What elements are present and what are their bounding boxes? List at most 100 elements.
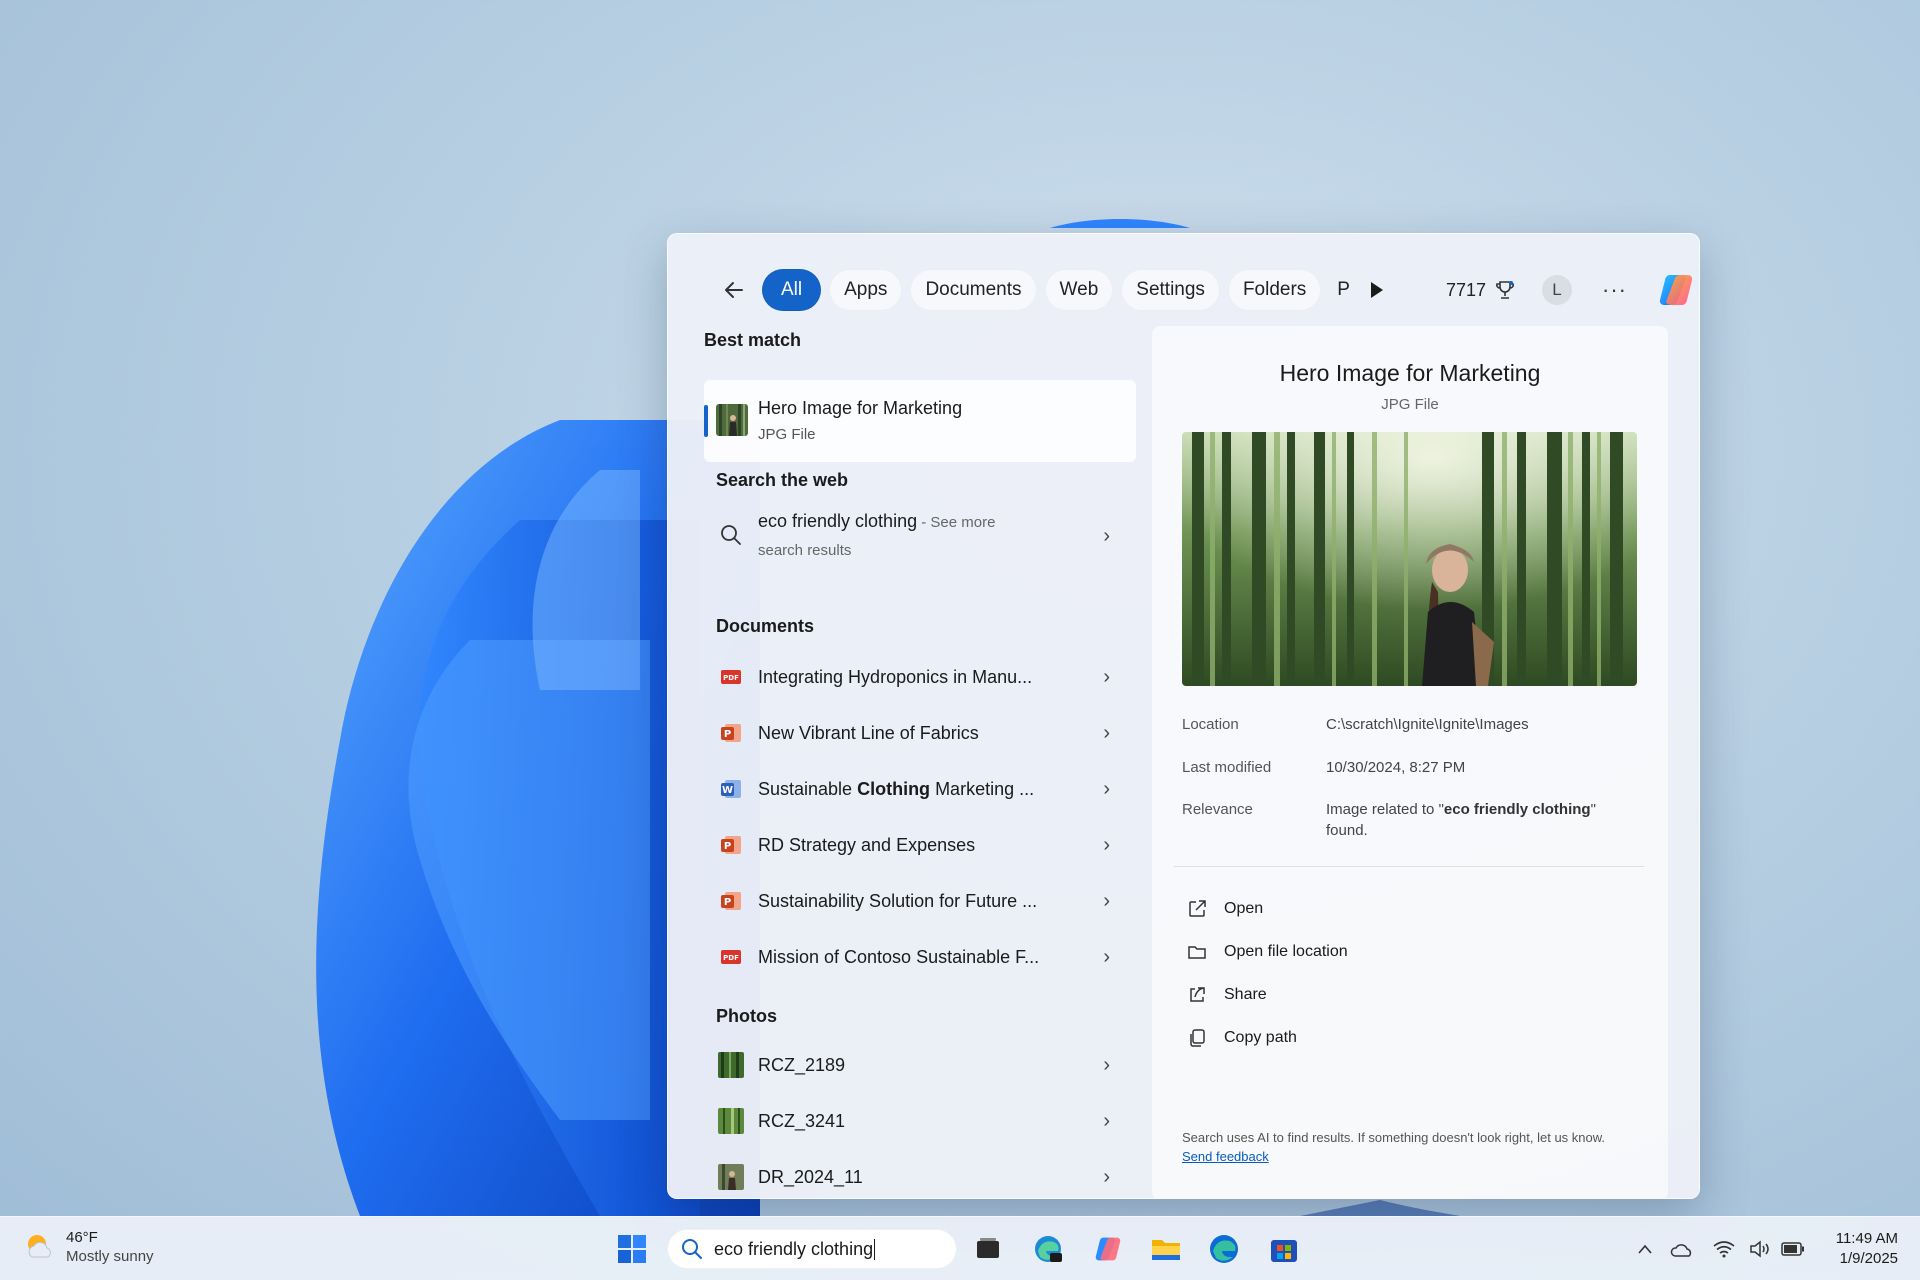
photo-label: RCZ_3241 bbox=[758, 1110, 846, 1131]
chevron-right-icon: › bbox=[1103, 777, 1110, 800]
document-label: RD Strategy and Expenses bbox=[758, 834, 976, 855]
taskbar-app-store[interactable] bbox=[1264, 1229, 1304, 1269]
document-item[interactable]: P Sustainability Solution for Future ...… bbox=[704, 876, 1136, 926]
tab-web[interactable]: Web bbox=[1044, 269, 1114, 311]
photo-label: RCZ_2189 bbox=[758, 1054, 846, 1075]
store-icon bbox=[1271, 1240, 1297, 1262]
clock-time: 11:49 AM bbox=[1835, 1230, 1898, 1247]
pdf-icon: PDF bbox=[718, 664, 744, 690]
document-item[interactable]: P New Vibrant Line of Fabrics › bbox=[704, 708, 1136, 758]
tab-truncated[interactable]: P bbox=[1329, 269, 1358, 311]
task-view-icon bbox=[977, 1238, 999, 1258]
chevron-right-icon: › bbox=[1103, 524, 1110, 547]
preview-image[interactable] bbox=[1182, 432, 1637, 686]
taskbar-app-edge-dev[interactable] bbox=[1028, 1229, 1068, 1269]
scroll-tabs-right-button[interactable] bbox=[1364, 277, 1390, 303]
photo-thumbnail-icon bbox=[718, 1052, 744, 1078]
volume-button[interactable] bbox=[1744, 1240, 1776, 1258]
photo-item[interactable]: RCZ_3241 › bbox=[704, 1096, 1136, 1146]
best-match-item[interactable]: Hero Image for Marketing JPG File bbox=[704, 380, 1136, 462]
share-action[interactable]: Share bbox=[1186, 980, 1267, 1010]
account-avatar[interactable]: L bbox=[1542, 275, 1573, 305]
copy-icon bbox=[1186, 1027, 1208, 1049]
location-value: C:\scratch\Ignite\Ignite\Images bbox=[1326, 716, 1529, 733]
chevron-right-icon: › bbox=[1103, 721, 1110, 744]
best-match-heading: Best match bbox=[704, 330, 802, 350]
folder-icon bbox=[1152, 1240, 1180, 1260]
image-thumbnail-icon bbox=[716, 404, 748, 436]
edge-dev-icon bbox=[1035, 1236, 1062, 1262]
taskbar-app-edge[interactable] bbox=[1204, 1229, 1244, 1269]
open-file-location-label: Open file location bbox=[1224, 943, 1348, 960]
tab-folders[interactable]: Folders bbox=[1227, 269, 1322, 311]
photo-item[interactable]: DR_2024_11 › bbox=[704, 1152, 1136, 1198]
open-label: Open bbox=[1224, 900, 1264, 917]
copilot-icon[interactable] bbox=[1655, 269, 1697, 311]
web-see-more-2: search results bbox=[758, 542, 852, 559]
document-item[interactable]: PDF Integrating Hydroponics in Manu... › bbox=[704, 652, 1136, 702]
document-item[interactable]: W Sustainable Clothing Marketing ... › bbox=[704, 764, 1136, 814]
rewards-points[interactable]: 7717 bbox=[1446, 279, 1516, 301]
documents-heading: Documents bbox=[716, 616, 815, 636]
document-item[interactable]: P RD Strategy and Expenses › bbox=[704, 820, 1136, 870]
more-options-button[interactable]: ··· bbox=[1602, 277, 1627, 303]
search-icon bbox=[718, 522, 744, 548]
preview-pane: Hero Image for Marketing JPG File Locati… bbox=[1152, 326, 1668, 1198]
chevron-right-icon: › bbox=[1103, 889, 1110, 912]
battery-button[interactable] bbox=[1776, 1242, 1810, 1256]
relevance-highlight: eco friendly clothing bbox=[1443, 801, 1591, 818]
copy-path-action[interactable]: Copy path bbox=[1186, 1023, 1297, 1053]
svg-text:P: P bbox=[724, 897, 731, 908]
taskbar-app-copilot[interactable] bbox=[1088, 1229, 1128, 1269]
search-web-heading: Search the web bbox=[716, 470, 849, 490]
open-external-icon bbox=[1186, 898, 1208, 920]
modified-value: 10/30/2024, 8:27 PM bbox=[1326, 759, 1466, 776]
search-icon bbox=[682, 1239, 702, 1259]
relevance-pre: Image related to " bbox=[1326, 801, 1444, 818]
chevron-right-icon: › bbox=[1103, 945, 1110, 968]
tab-settings[interactable]: Settings bbox=[1121, 269, 1220, 311]
onedrive-button[interactable] bbox=[1660, 1240, 1704, 1258]
send-feedback-link[interactable]: Send feedback bbox=[1182, 1149, 1269, 1164]
tab-apps[interactable]: Apps bbox=[829, 269, 903, 311]
points-value: 7717 bbox=[1445, 279, 1487, 300]
task-view-button[interactable] bbox=[968, 1229, 1008, 1269]
document-label: Sustainability Solution for Future ... bbox=[758, 890, 1038, 911]
back-arrow-icon bbox=[725, 282, 743, 298]
document-label: Mission of Contoso Sustainable F... bbox=[758, 946, 1040, 967]
taskbar-app-file-explorer[interactable] bbox=[1146, 1229, 1186, 1269]
clock-date: 1/9/2025 bbox=[1839, 1250, 1898, 1267]
best-match-title: Hero Image for Marketing bbox=[758, 398, 963, 418]
weather-widget[interactable]: 46°F Mostly sunny bbox=[22, 1229, 154, 1265]
chevron-right-icon: › bbox=[1103, 1053, 1110, 1076]
network-button[interactable] bbox=[1704, 1240, 1744, 1258]
selection-indicator bbox=[704, 405, 708, 437]
document-label-highlight: Clothing bbox=[857, 778, 931, 799]
svg-text:P: P bbox=[724, 841, 731, 852]
chevron-right-icon: › bbox=[1103, 665, 1110, 688]
battery-icon bbox=[1781, 1242, 1804, 1256]
show-hidden-icons-button[interactable] bbox=[1630, 1243, 1660, 1255]
search-flyout: All Apps Documents Web Settings Folders … bbox=[667, 233, 1700, 1199]
chevron-right-icon: › bbox=[1103, 1109, 1110, 1132]
best-match-subtitle: JPG File bbox=[758, 426, 816, 443]
windows-logo-icon bbox=[618, 1235, 646, 1263]
open-file-location-action[interactable]: Open file location bbox=[1186, 937, 1348, 967]
tab-documents[interactable]: Documents bbox=[910, 269, 1037, 311]
powerpoint-icon: P bbox=[718, 832, 744, 858]
back-button[interactable] bbox=[714, 270, 754, 310]
share-label: Share bbox=[1224, 986, 1267, 1003]
start-button[interactable] bbox=[612, 1229, 652, 1269]
tab-all[interactable]: All bbox=[762, 269, 822, 311]
taskbar-search-box[interactable]: eco friendly clothing bbox=[667, 1229, 957, 1269]
copilot-icon bbox=[1095, 1237, 1121, 1261]
document-item[interactable]: PDF Mission of Contoso Sustainable F... … bbox=[704, 932, 1136, 982]
photo-item[interactable]: RCZ_2189 › bbox=[704, 1040, 1136, 1090]
document-label-post: Marketing ... bbox=[930, 778, 1035, 799]
search-filter-bar: All Apps Documents Web Settings Folders … bbox=[668, 264, 1699, 316]
open-action[interactable]: Open bbox=[1186, 894, 1263, 924]
wifi-icon bbox=[1713, 1241, 1735, 1258]
preview-subtitle: JPG File bbox=[1381, 396, 1439, 413]
clock[interactable]: 11:49 AM 1/9/2025 bbox=[1836, 1229, 1898, 1269]
web-search-item[interactable]: eco friendly clothing - See more search … bbox=[704, 504, 1136, 568]
